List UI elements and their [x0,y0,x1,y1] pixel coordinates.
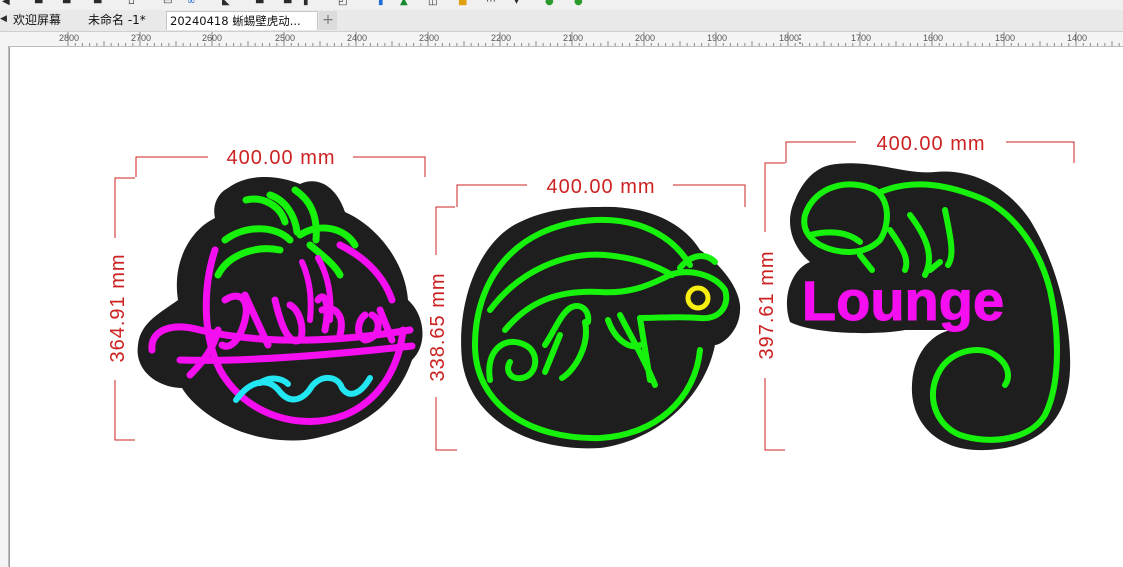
chameleon-width-label: 400.00 mm [546,176,655,198]
lounge-width-label: 400.00 mm [876,133,985,155]
chameleon-board [461,206,741,449]
aloha-height-label: 364.91 mm [107,253,129,362]
design-aloha[interactable] [137,177,423,441]
design-lounge[interactable]: Lounge [786,163,1071,451]
aloha-width-label: 400.00 mm [226,147,335,169]
chameleon-height-label: 338.65 mm [427,272,449,381]
lounge-height-label: 397.61 mm [756,250,778,359]
lounge-neon-text: Lounge [802,269,1004,332]
design-chameleon[interactable] [461,206,741,449]
artwork-layer: 400.00 mm 364.91 mm 400.00 mm 338.65 mm … [107,133,1075,451]
